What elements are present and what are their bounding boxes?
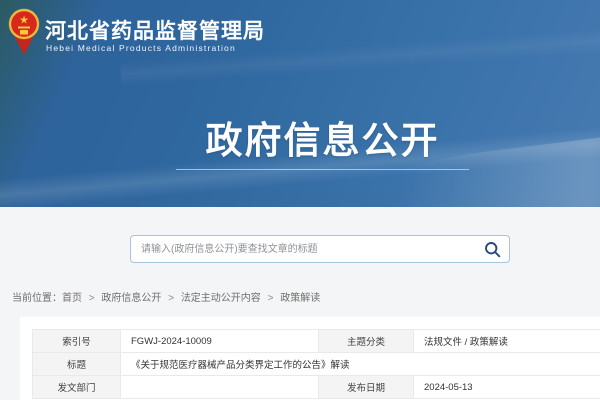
table-row: 索引号 FGWJ-2024-10009 主题分类 法规文件 / 政策解读 — [33, 330, 600, 353]
banner-title: 政府信息公开 — [0, 110, 600, 164]
publish-date-value: 2024-05-13 — [414, 376, 600, 399]
national-emblem-logo[interactable]: ★ — [8, 8, 40, 58]
page: ★ 河北省药品监督管理局 Hebei Medical Products Admi… — [0, 0, 600, 400]
search-box — [130, 235, 510, 263]
title-value: 《关于规范医疗器械产品分类界定工作的公告》解读 — [121, 353, 600, 376]
subject-category-value: 法规文件 / 政策解读 — [414, 330, 600, 353]
breadcrumb-link-home[interactable]: 首页 — [62, 293, 82, 304]
search-button[interactable] — [475, 236, 509, 262]
hero-background: ★ 河北省药品监督管理局 Hebei Medical Products Admi… — [0, 0, 600, 207]
publish-date-label: 发布日期 — [319, 376, 414, 399]
table-row: 发文部门 发布日期 2024-05-13 — [33, 376, 600, 399]
breadcrumb-separator: > — [168, 293, 174, 304]
org-name-en: Hebei Medical Products Administration — [46, 43, 236, 53]
org-name-cn[interactable]: 河北省药品监督管理局 — [45, 15, 265, 45]
index-number-value: FGWJ-2024-10009 — [121, 330, 319, 353]
svg-text:★: ★ — [19, 15, 29, 27]
national-emblem-icon: ★ — [8, 8, 40, 58]
banner-underline — [176, 169, 469, 170]
breadcrumb-prefix: 当前位置： — [12, 293, 62, 304]
breadcrumb-link-info-disclosure[interactable]: 政府信息公开 — [101, 293, 161, 304]
issuing-department-value — [121, 376, 319, 399]
breadcrumb: 当前位置：首页 > 政府信息公开 > 法定主动公开内容 > 政策解读 — [12, 289, 320, 304]
breadcrumb-separator: > — [89, 293, 95, 304]
content-card: 索引号 FGWJ-2024-10009 主题分类 法规文件 / 政策解读 标题 … — [20, 317, 600, 400]
index-number-label: 索引号 — [33, 330, 121, 353]
search-icon — [484, 241, 501, 258]
breadcrumb-separator: > — [268, 293, 274, 304]
document-info-table: 索引号 FGWJ-2024-10009 主题分类 法规文件 / 政策解读 标题 … — [32, 329, 600, 399]
issuing-department-label: 发文部门 — [33, 376, 121, 399]
breadcrumb-link-statutory-content[interactable]: 法定主动公开内容 — [181, 293, 261, 304]
table-row: 标题 《关于规范医疗器械产品分类界定工作的公告》解读 — [33, 353, 600, 376]
search-input[interactable] — [131, 236, 475, 262]
subject-category-label: 主题分类 — [319, 330, 414, 353]
title-label: 标题 — [33, 353, 121, 376]
breadcrumb-link-policy-interpretation[interactable]: 政策解读 — [280, 293, 320, 304]
